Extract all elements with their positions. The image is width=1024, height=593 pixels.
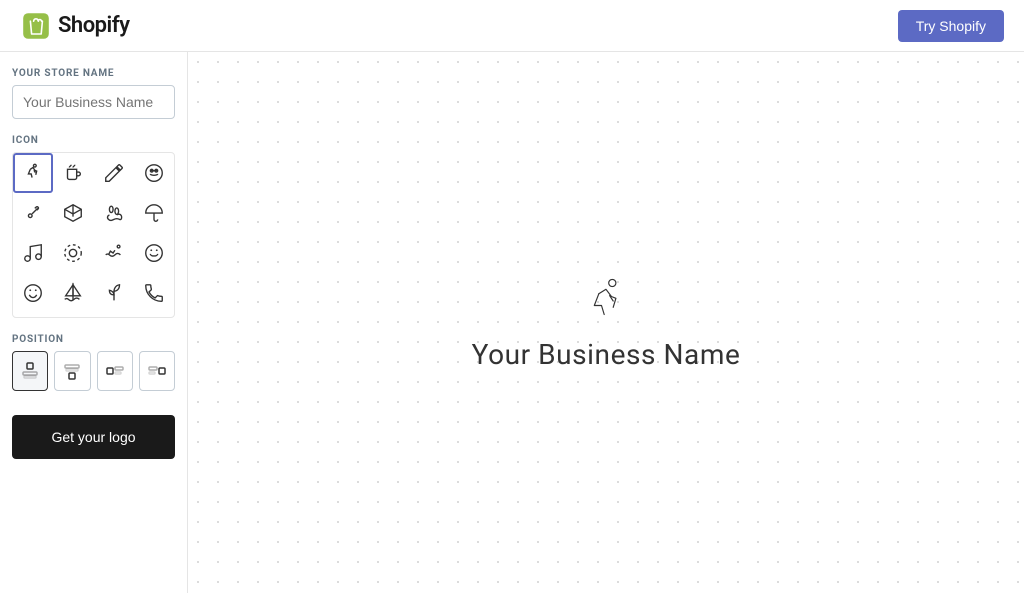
icon-pencil[interactable] [94, 153, 134, 193]
icon-smiley[interactable] [13, 273, 53, 313]
icon-label: ICON [12, 135, 175, 146]
store-name-input[interactable] [12, 85, 175, 119]
position-icon-right-button[interactable] [139, 351, 175, 391]
icon-umbrella[interactable] [134, 193, 174, 233]
position-icon-left-button[interactable] [97, 351, 133, 391]
icon-sailboat[interactable] [53, 273, 93, 313]
icon-swim[interactable] [94, 233, 134, 273]
icon-laugh[interactable] [134, 233, 174, 273]
logo-preview-icon [579, 274, 633, 332]
icon-section: ICON [12, 135, 175, 318]
icon-plant[interactable] [94, 273, 134, 313]
icon-circle-dashed[interactable] [53, 233, 93, 273]
get-logo-button[interactable]: Get your logo [12, 415, 175, 459]
icon-smiley-glasses[interactable] [134, 153, 174, 193]
icon-footprint[interactable] [94, 193, 134, 233]
logo-preview: Your Business Name [472, 274, 741, 371]
icon-box[interactable] [53, 193, 93, 233]
icon-music[interactable] [13, 233, 53, 273]
icon-telephone[interactable] [134, 273, 174, 313]
position-icon-top-button[interactable] [12, 351, 48, 391]
shopify-logo: Shopify [20, 10, 130, 42]
icon-grid-wrapper [12, 152, 175, 318]
store-name-section: YOUR STORE NAME [12, 68, 175, 119]
position-section: POSITION [12, 334, 175, 391]
icon-coffee[interactable] [53, 153, 93, 193]
store-name-label: YOUR STORE NAME [12, 68, 175, 79]
icon-guitar[interactable] [13, 193, 53, 233]
header: Shopify Try Shopify [0, 0, 1024, 52]
logo-preview-text: Your Business Name [472, 338, 741, 371]
position-icon-bottom-button[interactable] [54, 351, 90, 391]
icon-runner[interactable] [13, 153, 53, 193]
shopify-icon [20, 10, 52, 42]
icon-grid [13, 153, 174, 313]
main-layout: YOUR STORE NAME ICON [0, 52, 1024, 593]
preview-area: Your Business Name [188, 52, 1024, 593]
try-shopify-button[interactable]: Try Shopify [898, 10, 1004, 42]
position-buttons [12, 351, 175, 391]
shopify-wordmark: Shopify [58, 13, 130, 38]
sidebar: YOUR STORE NAME ICON [0, 52, 188, 593]
position-label: POSITION [12, 334, 175, 345]
